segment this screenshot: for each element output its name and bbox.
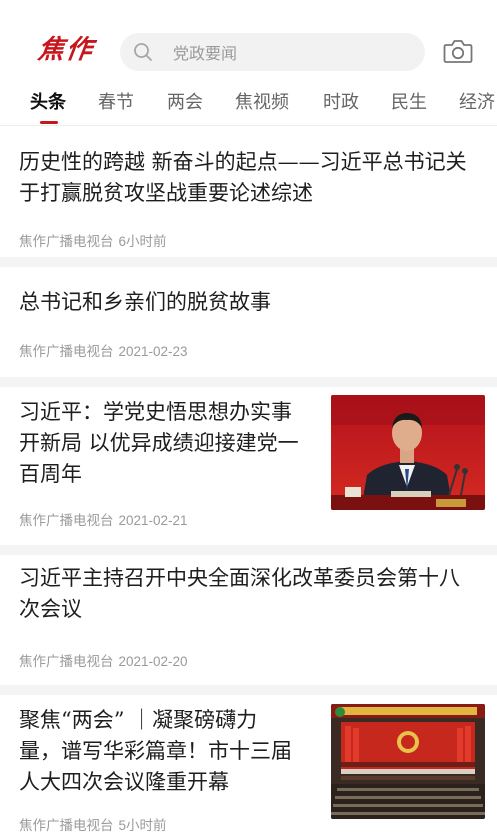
news-title: 习近平：学党史悟思想办实事 开新局 以优异成绩迎接建党一 百周年 [19,397,319,490]
news-title-line: 量，谱写华彩篇章！市十三届 [19,739,292,763]
news-title: 聚焦“两会” ｜凝聚磅礴力 量，谱写华彩篇章！市十三届 人大四次会议隆重开幕 [19,705,319,798]
category-tabs: 头条 春节 两会 焦视频 时政 民生 经济 [0,80,497,126]
news-time: 2021-02-23 [118,344,188,359]
tab-spring-festival[interactable]: 春节 [98,88,134,118]
news-time: 5小时前 [118,818,167,833]
news-meta: 焦作广播电视台 2021-02-20 [19,650,188,670]
tab-headline[interactable]: 头条 [30,88,66,118]
news-source: 焦作广播电视台 [19,654,114,669]
news-item[interactable]: 历史性的跨越 新奋斗的起点——习近平总书记关 于打赢脱贫攻坚战重要论述综述 焦作… [0,127,497,257]
search-icon [134,43,152,61]
news-time: 2021-02-21 [118,513,188,528]
tab-politics[interactable]: 时政 [323,88,359,118]
news-title-line: 百周年 [19,462,82,486]
news-title-line: 总书记和乡亲们的脱贫故事 [19,290,271,314]
camera-icon[interactable] [443,37,473,65]
tab-video[interactable]: 焦视频 [235,88,289,118]
feed-separator [0,377,497,387]
news-title-line: 于打赢脱贫攻坚战重要论述综述 [19,181,313,205]
news-meta: 焦作广播电视台 6小时前 [19,230,167,250]
news-title-line: 历史性的跨越 新奋斗的起点——习近平总书记关 [19,150,467,174]
news-thumbnail [331,704,485,819]
app-logo[interactable]: 焦作 [35,30,97,70]
search-bar[interactable]: 党政要闻 [120,33,425,71]
feed-separator [0,257,497,267]
feed-separator [0,685,497,695]
news-thumbnail [331,395,485,510]
search-placeholder: 党政要闻 [173,46,238,63]
feed-separator [0,545,497,555]
news-source: 焦作广播电视台 [19,234,114,249]
app-header: 焦作 党政要闻 [0,0,497,80]
news-source: 焦作广播电视台 [19,818,114,833]
news-meta: 焦作广播电视台 2021-02-23 [19,340,188,360]
news-title: 总书记和乡亲们的脱贫故事 [19,287,479,318]
active-tab-indicator [40,121,58,124]
news-source: 焦作广播电视台 [19,344,114,359]
news-item[interactable]: 聚焦“两会” ｜凝聚磅礴力 量，谱写华彩篇章！市十三届 人大四次会议隆重开幕 焦… [0,695,497,833]
news-title: 历史性的跨越 新奋斗的起点——习近平总书记关 于打赢脱贫攻坚战重要论述综述 [19,147,479,209]
news-item[interactable]: 习近平主持召开中央全面深化改革委员会第十八 次会议 焦作广播电视台 2021-02… [0,555,497,685]
tab-livelihood[interactable]: 民生 [391,88,427,118]
tab-economy[interactable]: 经济 [459,88,495,118]
tab-two-sessions[interactable]: 两会 [167,88,203,118]
news-time: 6小时前 [118,234,167,249]
page: 焦作 党政要闻 头条 春节 两会 焦视频 时政 民生 经济 历史性的跨越 新奋斗… [0,0,497,833]
news-title-line: 习近平主持召开中央全面深化改革委员会第十八 [19,566,460,590]
news-meta: 焦作广播电视台 2021-02-21 [19,509,188,529]
news-title-line: 聚焦“两会” ｜凝聚磅礴力 [19,708,258,732]
news-item[interactable]: 总书记和乡亲们的脱贫故事 焦作广播电视台 2021-02-23 [0,267,497,377]
news-title-line: 次会议 [19,597,82,621]
news-item[interactable]: 习近平：学党史悟思想办实事 开新局 以优异成绩迎接建党一 百周年 焦作广播电视台… [0,387,497,545]
news-meta: 焦作广播电视台 5小时前 [19,814,167,833]
news-title: 习近平主持召开中央全面深化改革委员会第十八 次会议 [19,563,479,625]
news-source: 焦作广播电视台 [19,513,114,528]
news-title-line: 习近平：学党史悟思想办实事 [19,400,292,424]
news-time: 2021-02-20 [118,654,188,669]
news-title-line: 开新局 以优异成绩迎接建党一 [19,431,299,455]
news-title-line: 人大四次会议隆重开幕 [19,770,229,794]
